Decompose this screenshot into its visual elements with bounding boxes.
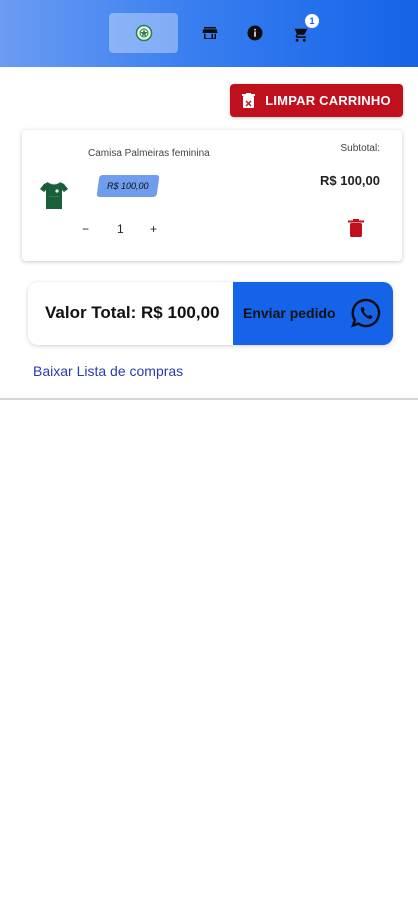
total-value-text: Valor Total: R$ 100,00 bbox=[45, 303, 220, 322]
info-icon bbox=[247, 25, 263, 41]
download-shopping-list-link[interactable]: Baixar Lista de compras bbox=[33, 363, 183, 379]
palmeiras-logo-icon bbox=[135, 24, 152, 42]
clear-cart-button[interactable]: LIMPAR CARRINHO bbox=[230, 84, 403, 117]
send-order-label: Enviar pedido bbox=[243, 305, 336, 321]
store-icon bbox=[202, 27, 218, 39]
top-navbar: 1 bbox=[0, 0, 418, 67]
cart-icon bbox=[291, 25, 307, 42]
price-tag: R$ 100,00 bbox=[96, 175, 160, 197]
subtotal-value: R$ 100,00 bbox=[320, 173, 380, 188]
clear-cart-label: LIMPAR CARRINHO bbox=[265, 93, 391, 108]
delete-item-icon[interactable] bbox=[348, 219, 364, 237]
trash-icon bbox=[242, 93, 256, 108]
store-nav-button[interactable] bbox=[199, 22, 221, 44]
product-name: Camisa Palmeiras feminina bbox=[88, 148, 210, 159]
send-order-button[interactable]: Enviar pedido bbox=[233, 282, 393, 345]
whatsapp-icon bbox=[351, 298, 381, 328]
order-summary-bar: Valor Total: R$ 100,00 Enviar pedido bbox=[28, 282, 393, 345]
content-divider bbox=[0, 398, 418, 400]
decrement-button[interactable]: − bbox=[82, 222, 89, 236]
jersey-product-image bbox=[40, 181, 68, 209]
subtotal-label: Subtotal: bbox=[340, 143, 380, 154]
increment-button[interactable]: + bbox=[150, 222, 157, 236]
home-logo-button[interactable] bbox=[109, 13, 178, 53]
info-nav-button[interactable] bbox=[244, 22, 266, 44]
quantity-value: 1 bbox=[117, 222, 124, 236]
cart-count-badge: 1 bbox=[305, 14, 319, 28]
cart-item-card: Camisa Palmeiras feminina R$ 100,00 − 1 … bbox=[22, 130, 402, 261]
product-price: R$ 100,00 bbox=[107, 181, 149, 191]
